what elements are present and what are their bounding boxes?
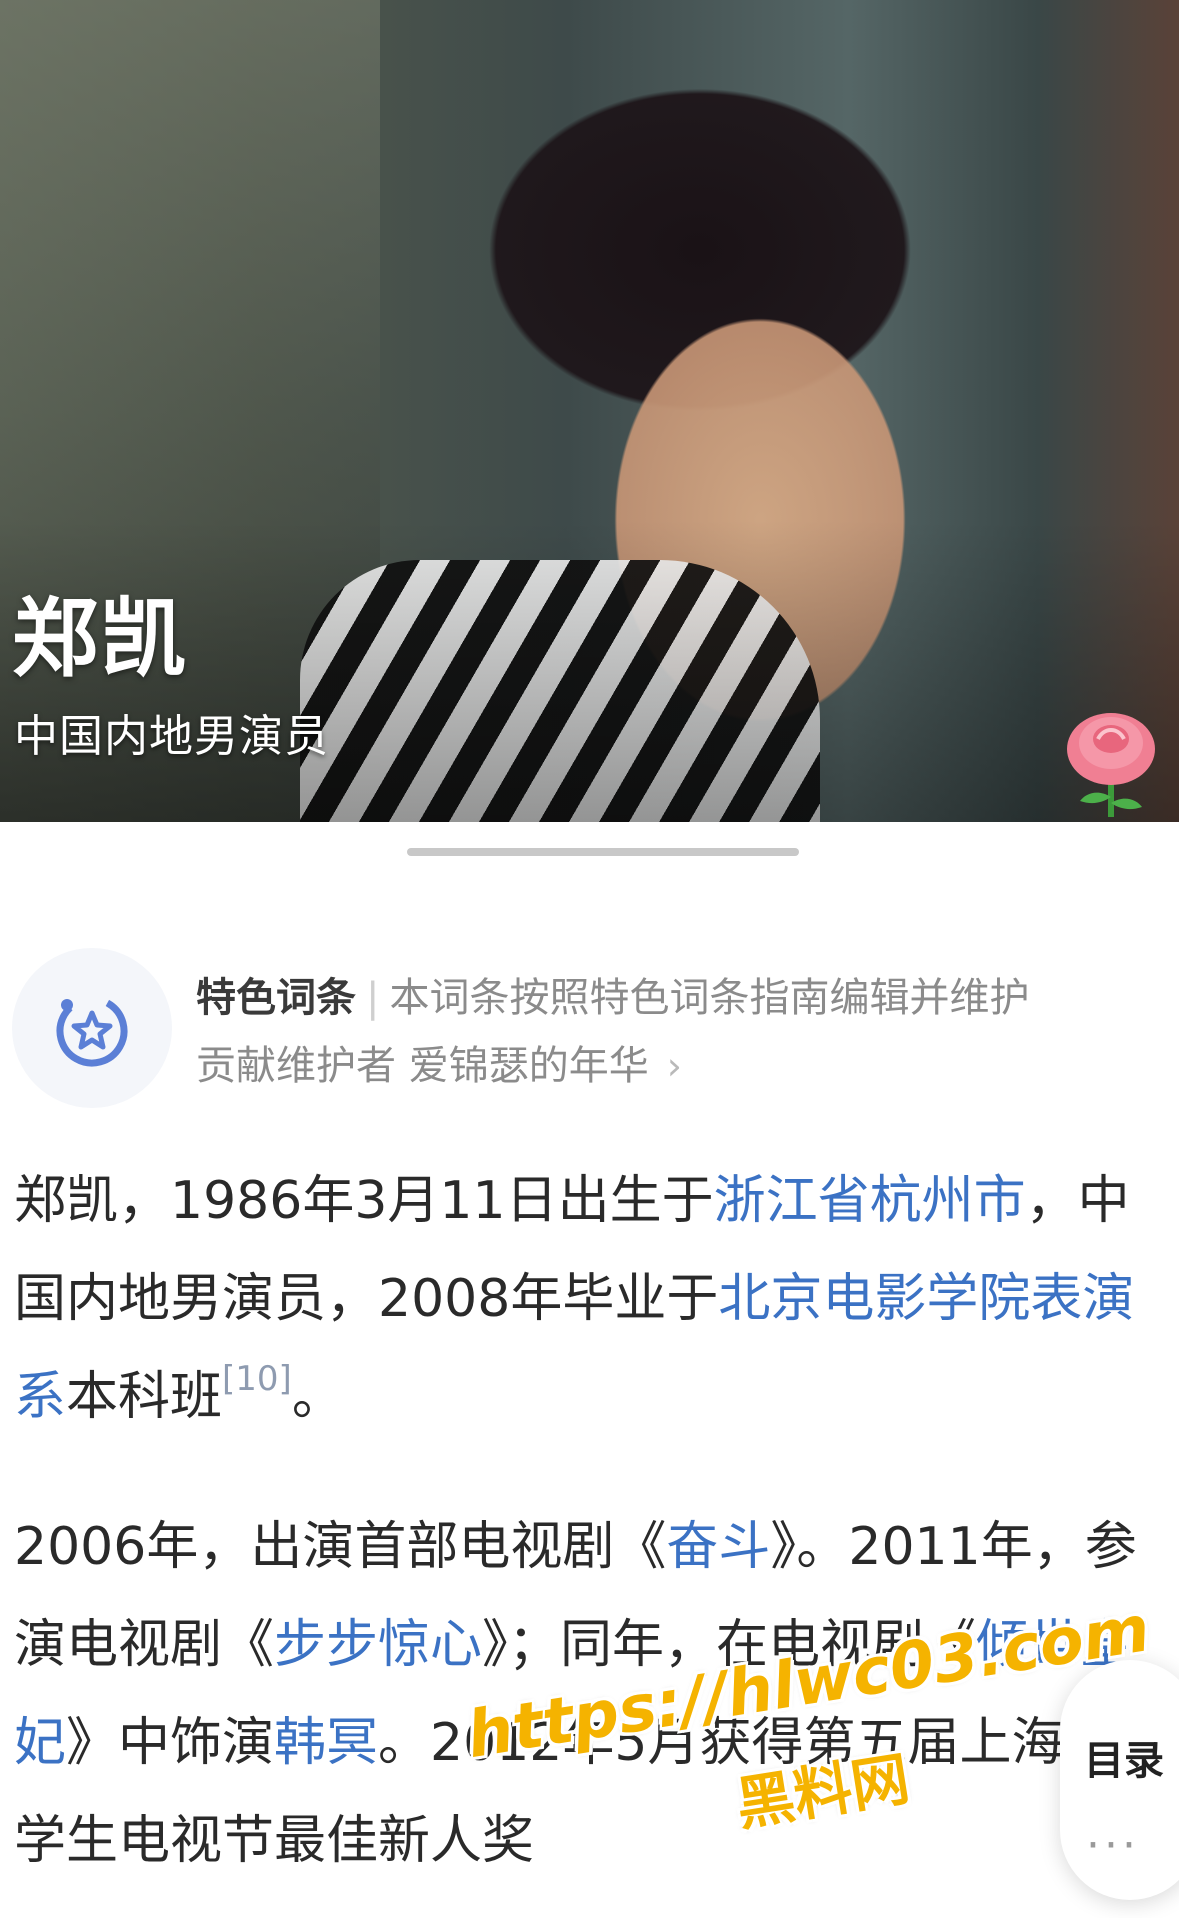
intro-paragraph: 郑凯，1986年3月11日出生于浙江省杭州市，中国内地男演员，2008年毕业于北… [14, 1152, 1164, 1446]
link-drama-fendou[interactable]: 奋斗 [666, 1517, 770, 1577]
career-text: 》；同年，在电视剧《 [482, 1615, 977, 1675]
link-role-hanming[interactable]: 韩冥 [274, 1713, 378, 1773]
toc-floating-button[interactable]: 目录 ··· [1060, 1660, 1179, 1900]
featured-separator: | [366, 975, 380, 1021]
rose-icon[interactable] [1058, 705, 1164, 821]
featured-entry-badge[interactable] [12, 948, 172, 1108]
person-name-title: 郑凯 [12, 589, 188, 689]
person-subtitle: 中国内地男演员 [14, 711, 329, 762]
featured-entry-row: 特色词条 | 本词条按照特色词条指南编辑并维护 [196, 970, 1029, 1026]
intro-text: 。 [291, 1367, 344, 1427]
featured-star-icon [56, 995, 128, 1067]
maintainer-prefix: 贡献维护者 [196, 1043, 396, 1089]
intro-text: 本科班 [66, 1367, 223, 1427]
sheet-drag-handle[interactable] [407, 848, 799, 856]
featured-entry-description: 本词条按照特色词条指南编辑并维护 [389, 975, 1030, 1021]
featured-entry-label: 特色词条 [196, 975, 356, 1021]
toc-label[interactable]: 目录 [1084, 1728, 1164, 1786]
more-dots-icon[interactable]: ··· [1086, 1820, 1140, 1871]
citation-ref[interactable]: [10] [222, 1359, 292, 1399]
hero-photo: 郑凯 中国内地男演员 [0, 0, 1179, 822]
chevron-right-icon: › [666, 1044, 682, 1088]
career-text: 2006年，出演首部电视剧《 [14, 1517, 667, 1577]
link-birthplace[interactable]: 浙江省杭州市 [714, 1171, 1026, 1231]
maintainer-row[interactable]: 贡献维护者 爱锦瑟的年华 › [196, 1038, 682, 1094]
intro-text: 郑凯，1986年3月11日出生于 [14, 1171, 714, 1231]
career-text: 》中饰演 [66, 1713, 275, 1773]
career-paragraph: 2006年，出演首部电视剧《奋斗》。2011年，参演电视剧《步步惊心》；同年，在… [14, 1498, 1164, 1890]
maintainer-name[interactable]: 爱锦瑟的年华 [409, 1043, 649, 1089]
link-drama-bubujingxin[interactable]: 步步惊心 [274, 1615, 482, 1675]
